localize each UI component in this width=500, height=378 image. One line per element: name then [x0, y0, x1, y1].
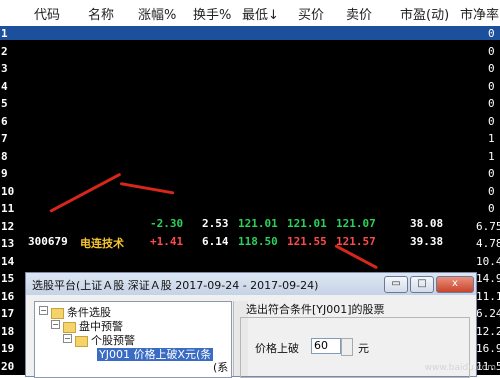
- condition-tree[interactable]: − 条件选股 − 盘中预警 − 个股预警 YJ001 价格上破X元(条 (系: [34, 301, 232, 378]
- row-number: 15: [1, 272, 15, 285]
- pb-value: 6.75: [476, 219, 500, 233]
- pb-value: 0: [488, 167, 495, 180]
- folder-icon: [51, 307, 64, 319]
- col-bid[interactable]: 买价: [298, 4, 324, 23]
- row-number: 16: [1, 289, 15, 303]
- row13-change: +1.41: [150, 235, 184, 248]
- row-number: 11: [1, 202, 15, 215]
- col-turnover[interactable]: 换手%: [193, 4, 231, 23]
- row-number: 3: [1, 62, 8, 75]
- pb-value: 4.78: [476, 237, 500, 250]
- row12-ask: 121.07: [336, 217, 376, 230]
- row-number: 14: [1, 254, 15, 268]
- pb-value: 11.18: [476, 289, 500, 303]
- pb-value: 0: [488, 184, 495, 198]
- row-number: 20: [1, 359, 15, 373]
- col-ask[interactable]: 卖价: [346, 4, 372, 23]
- row-number: 17: [1, 307, 15, 320]
- pb-value: 0: [488, 202, 495, 215]
- maximize-button[interactable]: □: [410, 276, 434, 293]
- dialog-title: 选股平台(上证Ａ股 深证Ａ股 2017-09-24 - 2017-09-24): [32, 279, 319, 292]
- col-pe[interactable]: 市盈(动): [400, 4, 449, 23]
- row-number: 9: [1, 167, 8, 180]
- price-input[interactable]: 60: [311, 338, 341, 354]
- row-number: 7: [1, 132, 8, 145]
- row-number: 8: [1, 149, 8, 163]
- col-pb[interactable]: 市净率: [460, 4, 499, 23]
- col-name[interactable]: 名称: [88, 4, 114, 23]
- pb-value: 1: [488, 132, 495, 145]
- row-number: 12: [1, 219, 15, 233]
- row13-name: 电连技术: [80, 237, 124, 250]
- row13-turnover: 6.14: [202, 235, 229, 248]
- row13-pe: 39.38: [410, 235, 444, 248]
- row-number: 18: [1, 324, 15, 338]
- watermark: www.baidu.com: [424, 363, 496, 373]
- row12-pe: 38.08: [410, 217, 444, 230]
- pb-value: 0: [488, 79, 495, 93]
- collapse-icon[interactable]: −: [51, 320, 60, 329]
- pb-value: 1: [488, 149, 495, 163]
- row12-change: -2.30: [150, 217, 184, 230]
- table-header: 代码 名称 涨幅% 换手% 最低↓ 买价 卖价 市盈(动) 市净率: [0, 0, 500, 26]
- pb-value: 0: [488, 27, 495, 40]
- row13-bid: 121.55: [287, 235, 327, 248]
- pb-value: 0: [488, 62, 495, 75]
- pb-value: 14.99: [476, 272, 500, 285]
- pb-value: 16.95: [476, 342, 500, 355]
- row12-turnover: 2.53: [202, 217, 229, 230]
- row13-code: 300679: [28, 235, 68, 248]
- row13-low: 118.50: [238, 235, 278, 248]
- row12-low: 121.01: [238, 217, 278, 230]
- price-break-label: 价格上破: [255, 342, 299, 355]
- pb-value: 10.44: [476, 254, 500, 268]
- collapse-icon[interactable]: −: [39, 306, 48, 315]
- collapse-icon[interactable]: −: [63, 334, 72, 343]
- unit-label: 元: [358, 342, 369, 355]
- selected-row[interactable]: [0, 26, 500, 40]
- dialog-titlebar[interactable]: 选股平台(上证Ａ股 深证Ａ股 2017-09-24 - 2017-09-24) …: [26, 273, 476, 295]
- col-code[interactable]: 代码: [34, 4, 60, 23]
- folder-icon: [75, 335, 88, 347]
- row13-ask: 121.57: [336, 235, 376, 248]
- row-number: 10: [1, 184, 15, 198]
- col-low[interactable]: 最低↓: [242, 4, 279, 23]
- row-number: 1: [1, 27, 8, 40]
- folder-icon: [63, 321, 76, 333]
- row-number: 5: [1, 97, 8, 110]
- minimize-button[interactable]: ▭: [384, 276, 408, 293]
- pb-value: 12.27: [476, 324, 500, 338]
- close-button[interactable]: x: [436, 276, 474, 293]
- pane-title: 选出符合条件[YJ001]的股票: [246, 303, 385, 316]
- stock-picker-dialog: 选股平台(上证Ａ股 深证Ａ股 2017-09-24 - 2017-09-24) …: [25, 272, 477, 378]
- row-number: 2: [1, 44, 8, 58]
- row-number: 13: [1, 237, 15, 250]
- pb-value: 0: [488, 97, 495, 110]
- row-number: 19: [1, 342, 15, 355]
- row-number: 4: [1, 79, 8, 93]
- pb-value: 0: [488, 44, 495, 58]
- tree-item-yj001[interactable]: YJ001 价格上破X元(条: [97, 346, 214, 362]
- pb-value: 6.24: [476, 307, 500, 320]
- col-change[interactable]: 涨幅%: [138, 4, 176, 23]
- row12-bid: 121.01: [287, 217, 327, 230]
- row-number: 6: [1, 114, 8, 128]
- pb-value: 0: [488, 114, 495, 128]
- tree-item-sys: (系: [213, 361, 229, 374]
- spinner-icon[interactable]: [341, 338, 353, 356]
